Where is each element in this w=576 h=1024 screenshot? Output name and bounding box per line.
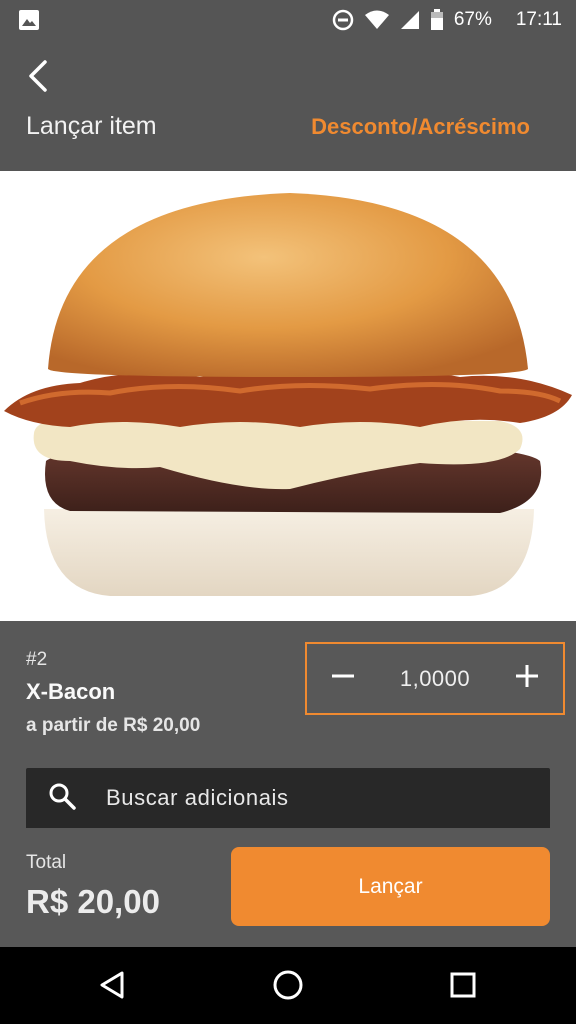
burger-illustration <box>4 193 572 596</box>
status-icons: 67% 17:11 <box>332 0 562 40</box>
quantity-value[interactable]: 1,0000 <box>400 666 470 692</box>
plus-icon <box>515 664 539 693</box>
total-value: R$ 20,00 <box>26 883 160 920</box>
search-placeholder: Buscar adicionais <box>106 785 289 810</box>
system-nav-bar <box>0 947 576 1024</box>
discount-surcharge-link[interactable]: Desconto/Acréscimo <box>311 114 530 140</box>
decrease-quantity-button[interactable] <box>325 661 361 697</box>
signal-icon <box>400 10 420 30</box>
nav-recents-button[interactable] <box>441 965 485 1009</box>
item-name: X-Bacon <box>26 679 116 704</box>
back-button[interactable] <box>18 56 58 100</box>
search-additions-input[interactable]: Buscar adicionais <box>26 768 550 828</box>
item-price: a partir de R$ 20,00 <box>26 715 201 736</box>
search-icon <box>48 782 76 815</box>
page-title: Lançar item <box>26 112 157 140</box>
total-label: Total <box>26 852 67 873</box>
recents-square-icon <box>449 971 477 1004</box>
battery-icon <box>430 9 444 31</box>
nav-home-button[interactable] <box>266 965 310 1009</box>
back-triangle-icon <box>98 970 126 1005</box>
nav-back-button[interactable] <box>90 965 134 1009</box>
wifi-icon <box>364 10 390 30</box>
launch-button[interactable]: Lançar <box>231 847 550 926</box>
item-code: #2 <box>26 649 48 670</box>
product-info-panel: #2 X-Bacon a partir de R$ 20,00 1,0000 B… <box>0 621 576 947</box>
increase-quantity-button[interactable] <box>509 661 545 697</box>
battery-percent: 67% <box>453 9 492 30</box>
product-image <box>0 171 576 621</box>
do-not-disturb-icon <box>332 9 354 31</box>
chevron-left-icon <box>27 59 49 98</box>
quantity-stepper: 1,0000 <box>305 642 565 715</box>
clock: 17:11 <box>515 9 562 30</box>
gallery-icon <box>18 9 40 31</box>
app-bar: Lançar item Desconto/Acréscimo <box>0 40 576 171</box>
home-circle-icon <box>272 969 304 1006</box>
minus-icon <box>331 664 355 693</box>
status-bar: 67% 17:11 <box>0 0 576 40</box>
